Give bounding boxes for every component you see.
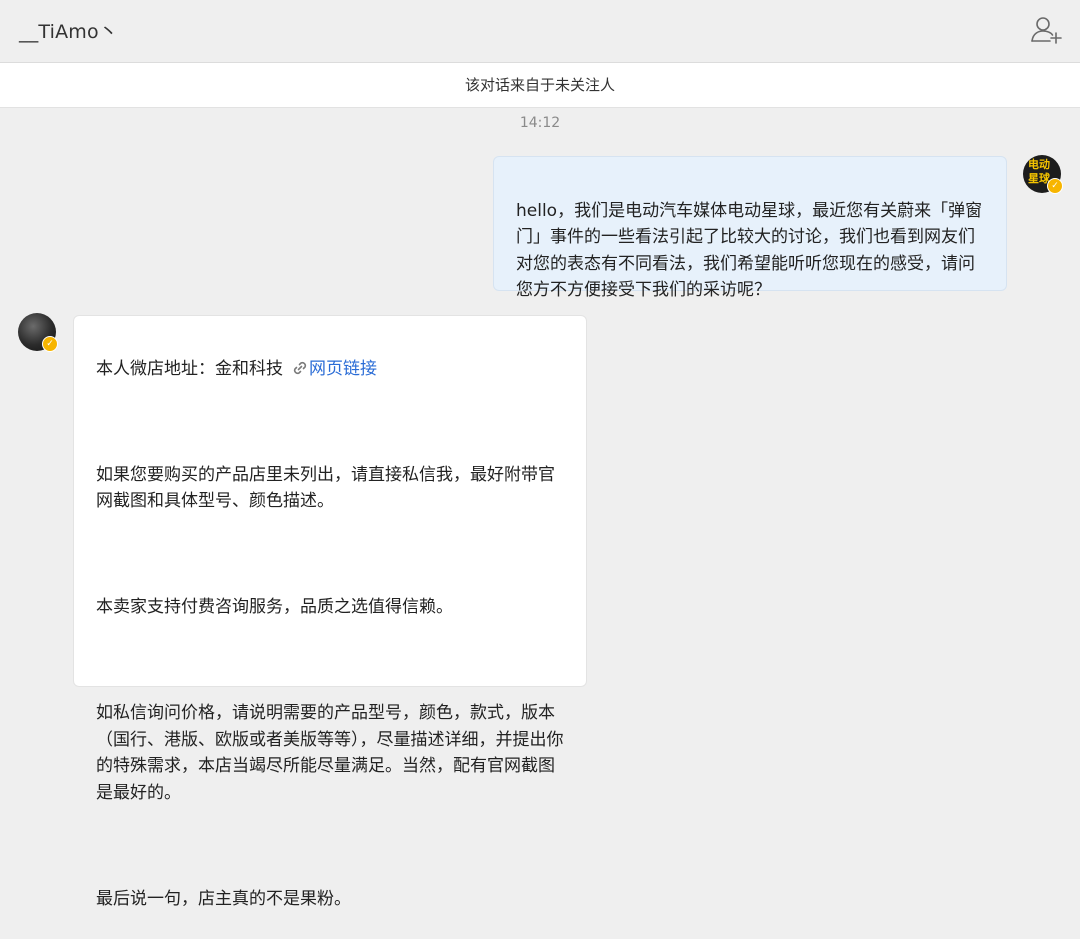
stranger-notice: 该对话来自于未关注人 [0, 63, 1080, 108]
shop-address-line: 本人微店地址：金和科技 网页链接 [96, 356, 566, 383]
outgoing-message-bubble: hello，我们是电动汽车媒体电动星球，最近您有关蔚来「弹窗门」事件的一些看法引… [493, 156, 1007, 300]
avatar[interactable]: 电动 星球 ✓ [1023, 155, 1063, 194]
message-paragraph: 如果您要购买的产品店里未列出，请直接私信我，最好附带官网截图和具体型号、颜色描述… [96, 464, 555, 512]
chat-title[interactable]: __TiAmo丶 [19, 17, 118, 44]
verified-icon: ✓ [42, 336, 58, 352]
message-paragraph: 如私信询问价格，请说明需要的产品型号，颜色，款式，版本（国行、港版、欧版或者美版… [96, 703, 564, 803]
shop-address-text: 本人微店地址：金和科技 [96, 358, 283, 379]
outgoing-message-text: hello，我们是电动汽车媒体电动星球，最近您有关蔚来「弹窗门」事件的一些看法引… [516, 200, 983, 301]
message-paragraph: 本卖家支持付费咨询服务，品质之选值得信赖。 [96, 597, 453, 617]
chat-header: __TiAmo丶 [0, 0, 1080, 63]
verified-icon: ✓ [1047, 178, 1063, 194]
link-icon [293, 361, 307, 374]
add-user-icon[interactable] [1030, 14, 1062, 44]
message-paragraph: 最后说一句，店主真的不是果粉。 [96, 888, 351, 909]
message-timestamp: 14:12 [519, 115, 561, 131]
web-link[interactable]: 网页链接 [309, 359, 377, 379]
avatar[interactable]: ✓ [18, 313, 58, 352]
incoming-message-bubble: 本人微店地址：金和科技 网页链接 如果您要购买的产品店里未列出，请直接私信我，最好… [73, 315, 587, 909]
